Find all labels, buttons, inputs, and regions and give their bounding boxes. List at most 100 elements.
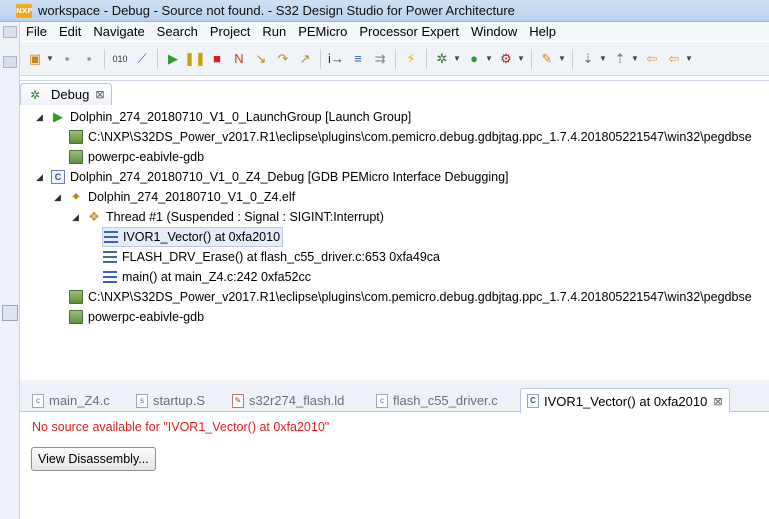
drop-to-frame-icon[interactable]: ≡ bbox=[349, 50, 367, 68]
annotation-icon[interactable]: ⇣ bbox=[579, 50, 597, 68]
back-icon[interactable]: ⇦ bbox=[643, 50, 661, 68]
tree-row-process[interactable]: powerpc-eabivle-gdb bbox=[68, 147, 204, 167]
menu-window[interactable]: Window bbox=[465, 24, 523, 39]
chevron-down-icon[interactable]: ▼ bbox=[685, 54, 693, 63]
toolbar-separator bbox=[320, 48, 321, 69]
binary-icon[interactable]: 010 bbox=[111, 50, 129, 68]
menu-bar: File Edit Navigate Search Project Run PE… bbox=[20, 22, 769, 41]
menu-processor-expert[interactable]: Processor Expert bbox=[353, 24, 465, 39]
tree-row-stack-frame-selected[interactable]: IVOR1_Vector() at 0xfa2010 bbox=[102, 227, 284, 247]
tree-row-label: powerpc-eabivle-gdb bbox=[88, 150, 205, 164]
chevron-down-icon[interactable]: ▼ bbox=[453, 54, 461, 63]
menu-help[interactable]: Help bbox=[523, 24, 562, 39]
tab-main-z4-c[interactable]: c main_Z4.c bbox=[26, 389, 116, 412]
step-over-icon[interactable]: ↷ bbox=[274, 50, 292, 68]
scrollbar-thumb[interactable] bbox=[2, 305, 18, 321]
menu-pemicro[interactable]: PEMicro bbox=[292, 24, 353, 39]
tree-row-process[interactable]: powerpc-eabivle-gdb bbox=[68, 307, 204, 327]
collapse-arrow-icon[interactable]: ◢ bbox=[72, 212, 82, 223]
tree-row-debug-config[interactable]: ◢ C Dolphin_274_20180710_V1_0_Z4_Debug [… bbox=[36, 167, 509, 187]
external-tools-icon[interactable]: ⚙ bbox=[497, 50, 515, 68]
chevron-down-icon[interactable]: ▼ bbox=[631, 54, 639, 63]
asm-file-icon: s bbox=[136, 393, 148, 408]
tree-row-launch-group[interactable]: ◢ ▶ Dolphin_274_20180710_V1_0_LaunchGrou… bbox=[36, 107, 411, 127]
tree-row-label: Dolphin_274_20180710_V1_0_LaunchGroup [L… bbox=[70, 110, 412, 124]
stack-frame-icon bbox=[102, 249, 118, 265]
tree-row-elf[interactable]: ◢ ✦ Dolphin_274_20180710_V1_0_Z4.elf bbox=[54, 187, 295, 207]
close-icon[interactable]: ⊠ bbox=[95, 88, 104, 101]
tree-row-stack-frame[interactable]: main() at main_Z4.c:242 0xfa52cc bbox=[102, 267, 311, 287]
menu-navigate[interactable]: Navigate bbox=[87, 24, 150, 39]
chevron-down-icon[interactable]: ▼ bbox=[599, 54, 607, 63]
run-icon[interactable]: ● bbox=[465, 50, 483, 68]
flash-icon[interactable]: ⚡ bbox=[402, 50, 420, 68]
main-toolbar: ▣ ▼ ▪ ▪ 010 ⟋ ▶ ❚❚ ■ N ↘ ↷ ↗ i→ ≡ ⇉ ⚡ ✲ ▼ … bbox=[20, 42, 769, 76]
tree-row-label: main() at main_Z4.c:242 0xfa52cc bbox=[122, 270, 311, 284]
step-return-icon[interactable]: ↗ bbox=[296, 50, 314, 68]
tab-startup-s[interactable]: s startup.S bbox=[130, 389, 211, 412]
tree-row-label: IVOR1_Vector() at 0xfa2010 bbox=[123, 230, 281, 244]
disconnect-icon[interactable]: N bbox=[230, 50, 248, 68]
save-all-icon[interactable]: ▪ bbox=[80, 50, 98, 68]
toolbar-separator bbox=[395, 48, 396, 69]
linker-file-icon: ✎ bbox=[232, 393, 244, 408]
chevron-down-icon[interactable]: ▼ bbox=[46, 54, 54, 63]
menu-edit[interactable]: Edit bbox=[53, 24, 87, 39]
title-bar: NXP workspace - Debug - Source not found… bbox=[0, 0, 769, 22]
view-disassembly-button[interactable]: View Disassembly... bbox=[31, 447, 156, 471]
skip-breakpoints-icon[interactable]: ⟋ bbox=[133, 50, 151, 68]
c-file-icon: c bbox=[32, 393, 44, 408]
tree-row-label: Dolphin_274_20180710_V1_0_Z4.elf bbox=[88, 190, 296, 204]
tab-debug-label: Debug bbox=[51, 87, 90, 102]
tab-label: flash_c55_driver.c bbox=[393, 393, 498, 408]
menu-project[interactable]: Project bbox=[204, 24, 256, 39]
nxp-logo-icon: NXP bbox=[16, 3, 32, 18]
chevron-down-icon[interactable]: ▼ bbox=[558, 54, 566, 63]
elf-icon: ✦ bbox=[70, 189, 82, 204]
use-step-filters-icon[interactable]: ⇉ bbox=[371, 50, 389, 68]
launch-group-icon: ▶ bbox=[53, 109, 63, 124]
stack-frame-icon bbox=[102, 269, 118, 285]
collapse-arrow-icon[interactable]: ◢ bbox=[36, 112, 46, 123]
forward-icon[interactable]: ⇦ bbox=[665, 50, 683, 68]
tab-flash-c55-driver-c[interactable]: c flash_c55_driver.c bbox=[370, 389, 504, 412]
tree-row-process[interactable]: C:\NXP\S32DS_Power_v2017.R1\eclipse\plug… bbox=[68, 127, 752, 147]
trim-grip-icon[interactable] bbox=[3, 56, 17, 68]
tree-row-stack-frame[interactable]: FLASH_DRV_Erase() at flash_c55_driver.c:… bbox=[102, 247, 440, 267]
trim-grip-icon[interactable] bbox=[3, 26, 17, 38]
next-annotation-icon[interactable]: ⇡ bbox=[611, 50, 629, 68]
debug-icon[interactable]: ✲ bbox=[433, 50, 451, 68]
toolbar-separator bbox=[531, 48, 532, 69]
save-icon[interactable]: ▪ bbox=[58, 50, 76, 68]
toolbar-separator bbox=[572, 48, 573, 69]
process-icon bbox=[68, 289, 84, 305]
chevron-down-icon[interactable]: ▼ bbox=[517, 54, 525, 63]
instruction-stepping-icon[interactable]: i→ bbox=[327, 50, 345, 68]
collapse-arrow-icon[interactable]: ◢ bbox=[54, 192, 64, 203]
tree-row-thread[interactable]: ◢ ❖ Thread #1 (Suspended : Signal : SIGI… bbox=[72, 207, 384, 227]
tab-ivor1-vector[interactable]: C IVOR1_Vector() at 0xfa2010 ⊠ bbox=[520, 388, 730, 413]
step-into-icon[interactable]: ↘ bbox=[252, 50, 270, 68]
close-icon[interactable]: ⊠ bbox=[713, 395, 722, 408]
toolbar-separator bbox=[157, 48, 158, 69]
menu-run[interactable]: Run bbox=[256, 24, 292, 39]
thread-icon: ❖ bbox=[88, 209, 100, 224]
tree-row-process[interactable]: C:\NXP\S32DS_Power_v2017.R1\eclipse\plug… bbox=[68, 287, 752, 307]
tab-debug[interactable]: ✲ Debug ⊠ bbox=[20, 83, 112, 105]
tab-label: startup.S bbox=[153, 393, 206, 408]
chevron-down-icon[interactable]: ▼ bbox=[485, 54, 493, 63]
tab-s32r274-flash-ld[interactable]: ✎ s32r274_flash.ld bbox=[226, 389, 350, 412]
new-icon[interactable]: ▣ bbox=[26, 50, 44, 68]
terminate-icon[interactable]: ■ bbox=[208, 50, 226, 68]
menu-file[interactable]: File bbox=[20, 24, 53, 39]
menu-search[interactable]: Search bbox=[151, 24, 204, 39]
resume-icon[interactable]: ▶ bbox=[164, 50, 182, 68]
c-debug-icon: C bbox=[50, 169, 66, 185]
debug-view: ✲ Debug ⊠ ◢ ▶ Dolphin_274_20180710_V1_0_… bbox=[20, 80, 769, 380]
tab-label: s32r274_flash.ld bbox=[249, 393, 345, 408]
tree-row-label: Thread #1 (Suspended : Signal : SIGINT:I… bbox=[106, 210, 384, 224]
collapse-arrow-icon[interactable]: ◢ bbox=[36, 172, 46, 183]
suspend-icon[interactable]: ❚❚ bbox=[184, 50, 206, 68]
c-file-icon: C bbox=[527, 394, 539, 408]
search-icon[interactable]: ✎ bbox=[538, 50, 556, 68]
